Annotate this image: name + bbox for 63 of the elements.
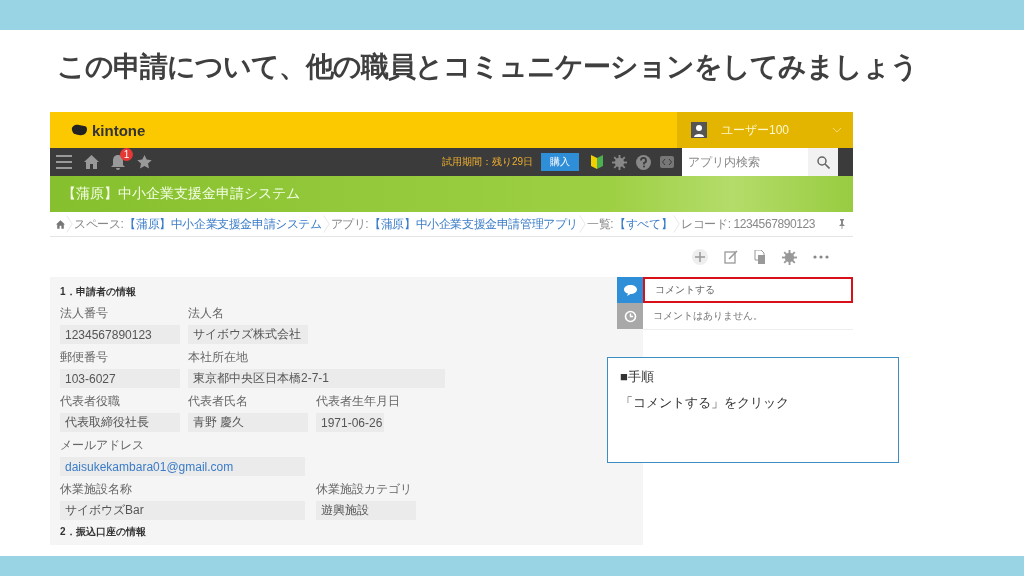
field-label: 本社所在地 [188,349,249,366]
breadcrumb-label: スペース: [74,215,124,233]
more-icon[interactable] [813,255,829,259]
copy-icon[interactable] [754,250,766,264]
breadcrumb-label: アプリ: [330,215,369,233]
field-value: 103-6027 [60,369,180,388]
field-value: 東京都中央区日本橋2-7-1 [188,369,445,388]
breadcrumb-link[interactable]: 【蒲原】中小企業支援金申請システム [124,215,322,233]
section-title: 2．振込口座の情報 [60,525,147,539]
chevron-icon [833,127,841,133]
field-value: 遊興施設 [316,501,416,520]
breadcrumb-item: レコード: 1234567890123 [681,215,816,233]
field-label: 休業施設カテゴリ [316,481,413,498]
breadcrumb-link[interactable]: 【すべて】 [614,215,673,233]
field-label: 郵便番号 [60,349,109,366]
field-value: 1971-06-26 [316,413,384,432]
history-icon [623,309,637,323]
field-label: 休業施設名称 [60,481,133,498]
avatar-icon [691,122,707,138]
help-icon[interactable] [636,154,651,170]
bell-icon[interactable] [111,154,125,170]
home-icon[interactable] [56,219,65,229]
logo-icon [70,124,88,136]
trial-notice: 試用期間：残り29日 [441,155,533,169]
home-icon[interactable] [84,155,99,169]
field-label: 代表者氏名 [188,393,249,410]
slide-title: この申請について、他の職員とコミュニケーションをしてみましょう [56,50,919,84]
field-label: 代表者役職 [60,393,121,410]
star-icon[interactable] [137,155,152,169]
breadcrumb-link[interactable]: 【蒲原】中小企業支援金申請管理アプリ [369,215,579,233]
field-label: 法人番号 [60,305,109,322]
breadcrumb-label: 一覧: [587,215,614,233]
field-value: 1234567890123 [60,325,180,344]
section-title: 1．申請者の情報 [60,285,137,299]
app-logo: kintone [92,121,146,139]
settings-icon[interactable] [782,249,797,265]
field-value: サイボウズBar [60,501,305,520]
menu-icon[interactable] [56,155,72,169]
settings-icon[interactable] [612,154,627,170]
edit-icon[interactable] [724,250,738,264]
empty-message: コメントはありません。 [643,303,853,330]
sidebar-tab[interactable] [617,303,643,329]
speech-bubble-icon [623,284,637,296]
buy-button[interactable]: 購入 [541,153,579,171]
field-value: 代表取締役社長 [60,413,180,432]
comment-field[interactable]: コメントする [643,277,853,303]
search-button[interactable] [808,148,838,176]
field-value: サイボウズ株式会社 [188,325,308,344]
search-icon [816,155,830,169]
email-link[interactable]: daisukekambara01@gmail.com [60,457,305,476]
field-label: 代表者生年月日 [316,393,401,410]
code-icon[interactable] [660,156,674,168]
add-icon[interactable] [692,249,708,265]
callout-text: 「コメントする」をクリック [620,394,790,412]
beginner-mark-icon[interactable] [591,155,603,169]
sidebar-tab[interactable] [617,277,643,303]
field-value: 青野 慶久 [188,413,308,432]
pin-icon[interactable] [839,219,845,229]
search-field[interactable]: アプリ内検索 [682,148,808,176]
field-label: 法人名 [188,305,225,322]
app-title: 【蒲原】中小企業支援金申請システム [62,185,300,203]
field-label: メールアドレス [60,437,145,454]
callout-heading: ■手順 [620,368,655,386]
